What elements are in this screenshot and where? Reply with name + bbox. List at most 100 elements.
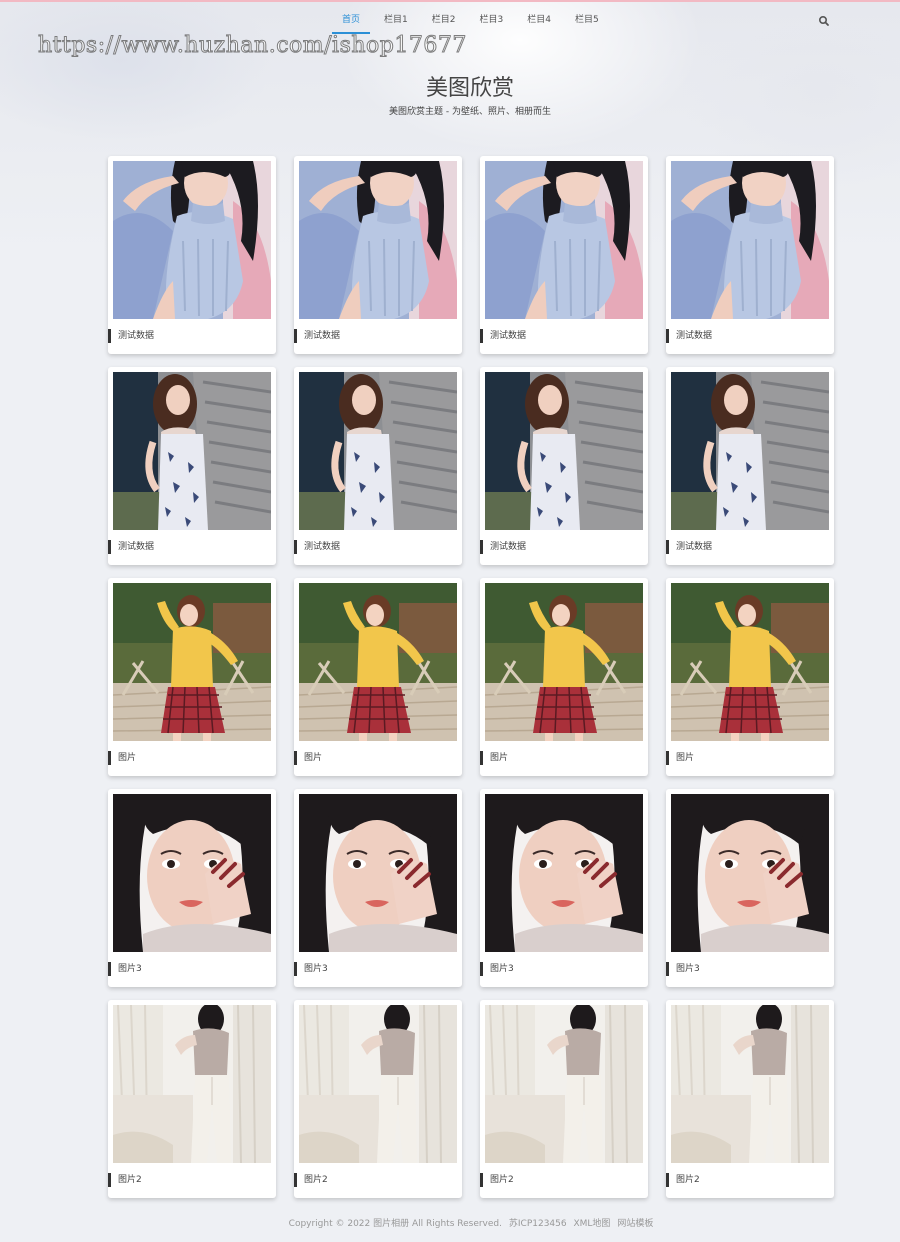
caption-marker (480, 751, 483, 765)
caption-marker (480, 329, 483, 343)
gallery-card[interactable]: 图片2 (666, 1000, 834, 1198)
card-title[interactable]: 测试数据 (490, 330, 526, 342)
search-button[interactable] (816, 13, 832, 29)
card-caption: 图片2 (480, 1173, 648, 1187)
card-title[interactable]: 图片3 (676, 963, 700, 975)
card-title[interactable]: 图片 (304, 752, 322, 764)
card-title[interactable]: 图片2 (118, 1174, 142, 1186)
page-title: 美图欣赏 (425, 76, 514, 101)
nav-item-column-1[interactable]: 栏目1 (372, 6, 420, 34)
gallery-card[interactable]: 图片2 (294, 1000, 462, 1198)
card-title[interactable]: 测试数据 (490, 541, 526, 553)
card-title[interactable]: 测试数据 (304, 330, 340, 342)
card-caption: 图片 (666, 751, 834, 765)
gallery-card[interactable]: 图片 (294, 578, 462, 776)
nav-item-column-5[interactable]: 栏目5 (563, 6, 611, 34)
template-link[interactable]: 网站模板 (617, 1219, 653, 1229)
card-title[interactable]: 图片3 (304, 963, 328, 975)
card-photo[interactable] (485, 372, 643, 530)
gallery-card[interactable]: 测试数据 (666, 367, 834, 565)
card-caption: 测试数据 (666, 540, 834, 554)
card-title[interactable]: 图片 (676, 752, 694, 764)
card-photo[interactable] (671, 583, 829, 741)
gallery-card[interactable]: 测试数据 (108, 156, 276, 354)
caption-marker (480, 1173, 483, 1187)
card-title[interactable]: 图片2 (304, 1174, 328, 1186)
card-title[interactable]: 测试数据 (304, 541, 340, 553)
card-caption: 测试数据 (666, 329, 834, 343)
card-title[interactable]: 测试数据 (118, 541, 154, 553)
card-photo[interactable] (485, 1005, 643, 1163)
card-caption: 测试数据 (294, 540, 462, 554)
card-title[interactable]: 图片3 (118, 963, 142, 975)
card-photo[interactable] (671, 794, 829, 952)
card-title[interactable]: 图片2 (676, 1174, 700, 1186)
caption-marker (108, 962, 111, 976)
gallery-card[interactable]: 图片3 (108, 789, 276, 987)
gallery-card[interactable]: 图片 (480, 578, 648, 776)
card-photo[interactable] (671, 161, 829, 319)
card-photo[interactable] (671, 372, 829, 530)
card-caption: 图片3 (480, 962, 648, 976)
search-icon (818, 15, 829, 26)
card-title[interactable]: 测试数据 (676, 330, 712, 342)
nav-item-column-2[interactable]: 栏目2 (420, 6, 468, 34)
nav-item-column-4[interactable]: 栏目4 (515, 6, 563, 34)
gallery-card[interactable]: 图片2 (108, 1000, 276, 1198)
card-photo[interactable] (113, 1005, 271, 1163)
card-title[interactable]: 图片 (490, 752, 508, 764)
caption-marker (480, 962, 483, 976)
gallery-card[interactable]: 图片 (666, 578, 834, 776)
gallery-card[interactable]: 测试数据 (108, 367, 276, 565)
gallery-card[interactable]: 测试数据 (480, 156, 648, 354)
card-photo[interactable] (299, 583, 457, 741)
card-caption: 图片2 (108, 1173, 276, 1187)
card-caption: 测试数据 (108, 540, 276, 554)
nav-item-column-3[interactable]: 栏目3 (467, 6, 515, 34)
card-title[interactable]: 图片3 (490, 963, 514, 975)
caption-marker (480, 540, 483, 554)
card-caption: 图片 (108, 751, 276, 765)
caption-marker (666, 540, 669, 554)
watermark-url: https://www.huzhan.com/ishop17677 (38, 33, 467, 59)
sitemap-link[interactable]: XML地图 (573, 1219, 610, 1229)
gallery-card[interactable]: 测试数据 (666, 156, 834, 354)
card-title[interactable]: 测试数据 (118, 330, 154, 342)
gallery-card[interactable]: 测试数据 (480, 367, 648, 565)
card-photo[interactable] (485, 583, 643, 741)
gallery-card[interactable]: 图片3 (294, 789, 462, 987)
gallery-card[interactable]: 图片 (108, 578, 276, 776)
card-photo[interactable] (485, 161, 643, 319)
card-photo[interactable] (113, 794, 271, 952)
card-caption: 图片3 (294, 962, 462, 976)
caption-marker (108, 540, 111, 554)
card-photo[interactable] (299, 372, 457, 530)
caption-marker (294, 540, 297, 554)
card-photo[interactable] (299, 161, 457, 319)
card-caption: 测试数据 (294, 329, 462, 343)
card-photo[interactable] (113, 372, 271, 530)
nav-item-home[interactable]: 首页 (330, 6, 372, 34)
gallery-card[interactable]: 测试数据 (294, 367, 462, 565)
card-title[interactable]: 测试数据 (676, 541, 712, 553)
card-photo[interactable] (299, 1005, 457, 1163)
gallery-card[interactable]: 测试数据 (294, 156, 462, 354)
card-photo[interactable] (113, 161, 271, 319)
gallery-card[interactable]: 图片2 (480, 1000, 648, 1198)
caption-marker (108, 751, 111, 765)
gallery-card[interactable]: 图片3 (480, 789, 648, 987)
card-title[interactable]: 图片 (118, 752, 136, 764)
copyright-text: Copyright © 2022 图片相册 All Rights Reserve… (288, 1219, 502, 1229)
card-photo[interactable] (671, 1005, 829, 1163)
card-photo[interactable] (299, 794, 457, 952)
caption-marker (294, 751, 297, 765)
card-photo[interactable] (485, 794, 643, 952)
footer: Copyright © 2022 图片相册 All Rights Reserve… (0, 1216, 900, 1229)
gallery-card[interactable]: 图片3 (666, 789, 834, 987)
caption-marker (108, 1173, 111, 1187)
icp-link[interactable]: 苏ICP123456 (509, 1219, 567, 1229)
card-title[interactable]: 图片2 (490, 1174, 514, 1186)
card-photo[interactable] (113, 583, 271, 741)
nav-menu: 首页 栏目1 栏目2 栏目3 栏目4 栏目5 (330, 6, 611, 34)
caption-marker (666, 962, 669, 976)
